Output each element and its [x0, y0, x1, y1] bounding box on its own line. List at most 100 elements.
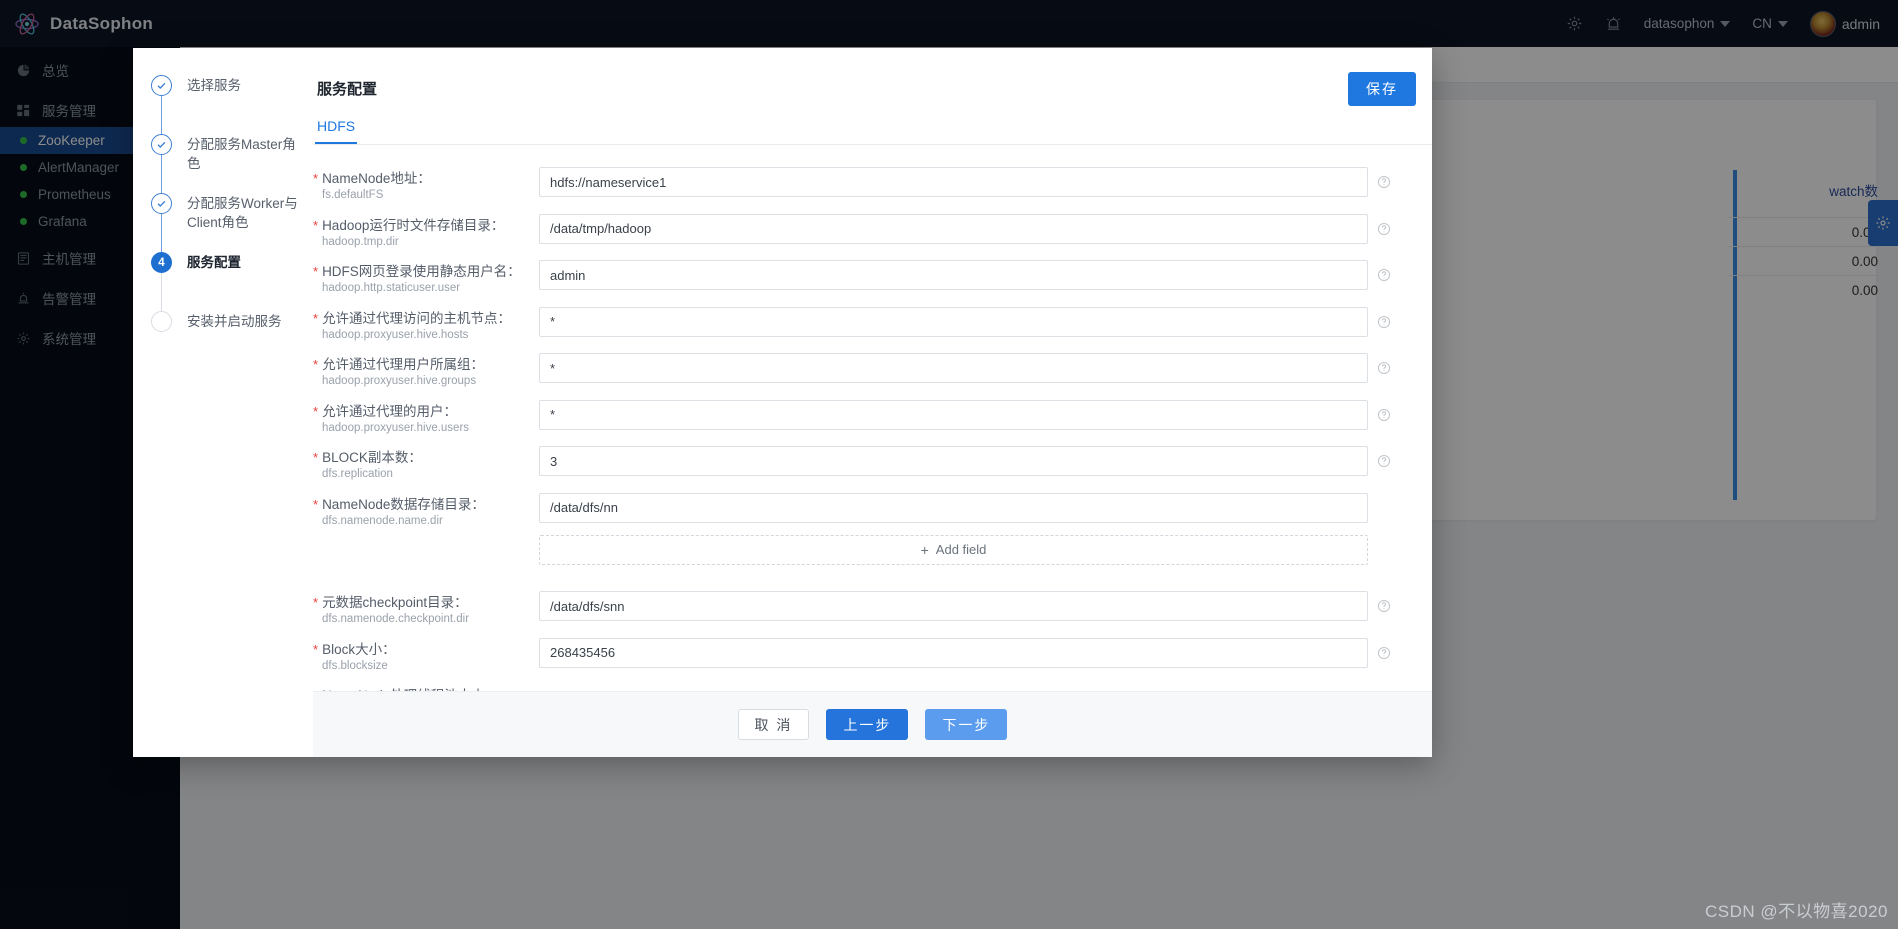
field-control — [539, 399, 1432, 430]
step-status-icon — [151, 193, 172, 214]
screen: 服务管理 / ZOOKEEPER watch数 0.00 0.00 0.00 — [0, 0, 1898, 929]
help-button[interactable] — [1377, 690, 1391, 691]
field-label: * 允许通过代理访问的主机节点： hadoop.proxyuser.hive.ho… — [313, 307, 539, 344]
form-field-hadoop-tmp-dir: * Hadoop运行时文件存储目录： hadoop.tmp.dir — [313, 213, 1432, 251]
form-field-staticuser: * HDFS网页登录使用静态用户名： hadoop.http.staticuser… — [313, 260, 1432, 297]
help-button[interactable] — [1377, 597, 1391, 615]
field-label-text: 允许通过代理的用户： — [322, 403, 458, 419]
required-marker: * — [313, 264, 319, 279]
input-namenode-name-dir[interactable] — [539, 492, 1368, 523]
question-circle-icon — [1377, 646, 1391, 659]
required-marker: * — [313, 217, 319, 233]
input-proxyuser-groups[interactable] — [539, 353, 1368, 383]
field-label: * Hadoop运行时文件存储目录： hadoop.tmp.dir — [313, 214, 539, 251]
input-proxyuser-users[interactable] — [539, 399, 1368, 430]
form-field-dfs-replication: * BLOCK副本数： dfs.replication — [313, 446, 1432, 483]
field-label-text: 允许通过代理访问的主机节点： — [322, 310, 512, 326]
tab-hdfs[interactable]: HDFS — [315, 118, 358, 144]
save-button[interactable]: 保存 — [1348, 72, 1416, 106]
field-key: dfs.blocksize — [322, 659, 388, 672]
input-dfs-replication[interactable] — [539, 446, 1368, 476]
step-marker — [151, 134, 173, 199]
input-dfs-blocksize[interactable] — [539, 637, 1368, 668]
question-circle-icon — [1377, 175, 1391, 189]
wizard-step-4[interactable]: 4 服务配置 — [147, 252, 313, 317]
handler-count-slider[interactable] — [539, 684, 1368, 691]
add-field-button[interactable]: + Add field — [539, 534, 1368, 565]
field-label: * BLOCK副本数： dfs.replication — [313, 446, 539, 483]
field-label: * NameNode数据存储目录： dfs.namenode.name.dir — [313, 493, 539, 530]
form-field-namenode-name-dir: *NameNode数据存储目录： dfs.namenode.name.dir +… — [313, 492, 1432, 565]
check-icon — [157, 82, 166, 89]
help-button[interactable] — [1377, 359, 1391, 377]
required-marker: * — [313, 357, 319, 372]
field-control — [539, 353, 1432, 383]
wizard-main: 服务配置 保存 HDFS *NameNode地址： fs.defaultFS — [313, 48, 1432, 757]
question-circle-icon — [1377, 454, 1391, 468]
form-field-proxyuser-users: * 允许通过代理的用户： hadoop.proxyuser.hive.users — [313, 399, 1432, 437]
field-label: * Block大小： dfs.blocksize — [313, 638, 539, 675]
add-field-label: Add field — [935, 542, 987, 557]
question-circle-icon — [1377, 315, 1391, 328]
field-control — [539, 637, 1432, 668]
field-control — [539, 260, 1432, 290]
step-label: 分配服务Master角色 — [187, 137, 296, 171]
wizard-step-2[interactable]: 分配服务Master角色 — [147, 134, 313, 199]
field-label-text: NameNode处理线程池大小： — [313, 687, 539, 691]
field-control — [539, 446, 1432, 476]
help-button[interactable] — [1377, 406, 1391, 424]
input-staticuser[interactable] — [539, 260, 1368, 290]
input-fs-defaultfs[interactable] — [539, 167, 1368, 197]
step-label: 选择服务 — [187, 78, 241, 93]
required-marker: * — [313, 595, 319, 610]
wizard-step-5[interactable]: 安装并启动服务 — [147, 311, 313, 332]
input-checkpoint-dir[interactable] — [539, 591, 1368, 621]
input-proxyuser-hosts[interactable] — [539, 306, 1368, 337]
next-step-button[interactable]: 下一步 — [925, 709, 1008, 740]
required-marker: * — [313, 171, 319, 186]
step-marker — [151, 75, 173, 140]
help-button[interactable] — [1377, 313, 1391, 331]
service-config-wizard-dialog: 选择服务 分配服务Master角色 分配服务Worker与Client角色 4 … — [133, 48, 1432, 757]
wizard-footer: 取 消 上一步 下一步 — [313, 691, 1432, 757]
required-marker: * — [313, 450, 319, 465]
help-button[interactable] — [1377, 266, 1391, 284]
check-icon — [157, 141, 166, 148]
help-button[interactable] — [1377, 452, 1391, 470]
form-field-proxyuser-groups: * 允许通过代理用户所属组： hadoop.proxyuser.hive.grou… — [313, 353, 1432, 390]
step-label: 安装并启动服务 — [187, 314, 282, 329]
field-key: dfs.replication — [322, 468, 393, 480]
step-label: 服务配置 — [187, 255, 241, 270]
field-key: hadoop.proxyuser.hive.groups — [322, 375, 477, 387]
panel-header: 服务配置 保存 — [313, 72, 1432, 106]
cancel-button[interactable]: 取 消 — [737, 709, 810, 740]
field-control — [539, 306, 1432, 337]
field-control — [539, 213, 1432, 244]
required-marker: * — [313, 403, 319, 419]
help-button[interactable] — [1377, 220, 1391, 238]
field-key: dfs.namenode.checkpoint.dir — [322, 613, 470, 625]
wizard-step-1[interactable]: 选择服务 — [147, 75, 313, 140]
field-control: + Add field — [539, 492, 1432, 565]
field-key: hadoop.proxyuser.hive.hosts — [322, 328, 469, 341]
required-marker: * — [313, 641, 319, 657]
field-control — [539, 684, 1432, 691]
field-label-text: BLOCK副本数： — [322, 450, 422, 465]
check-icon — [157, 200, 166, 207]
step-status-icon — [151, 311, 172, 332]
wizard-step-3[interactable]: 分配服务Worker与Client角色 — [147, 193, 313, 258]
field-label-text: 允许通过代理用户所属组： — [322, 357, 485, 372]
field-key: hadoop.http.staticuser.user — [322, 282, 461, 294]
help-button[interactable] — [1377, 644, 1391, 662]
previous-step-button[interactable]: 上一步 — [826, 709, 909, 740]
config-form: * NameNode地址： fs.defaultFS hdfs://namese… — [313, 145, 1432, 691]
field-label-text: HDFS网页登录使用静态用户名： — [322, 264, 521, 279]
help-button[interactable] — [1377, 173, 1391, 191]
question-circle-icon — [1377, 408, 1391, 421]
field-label: * 元数据checkpoint目录： dfs.namenode.checkpoin… — [313, 591, 539, 628]
input-hadoop-tmp-dir[interactable] — [539, 213, 1368, 244]
field-control — [539, 591, 1432, 621]
field-label: * 允许通过代理用户所属组： hadoop.proxyuser.hive.grou… — [313, 353, 539, 390]
plus-icon: + — [920, 541, 929, 558]
field-label-text: NameNode数据存储目录： — [322, 496, 485, 512]
